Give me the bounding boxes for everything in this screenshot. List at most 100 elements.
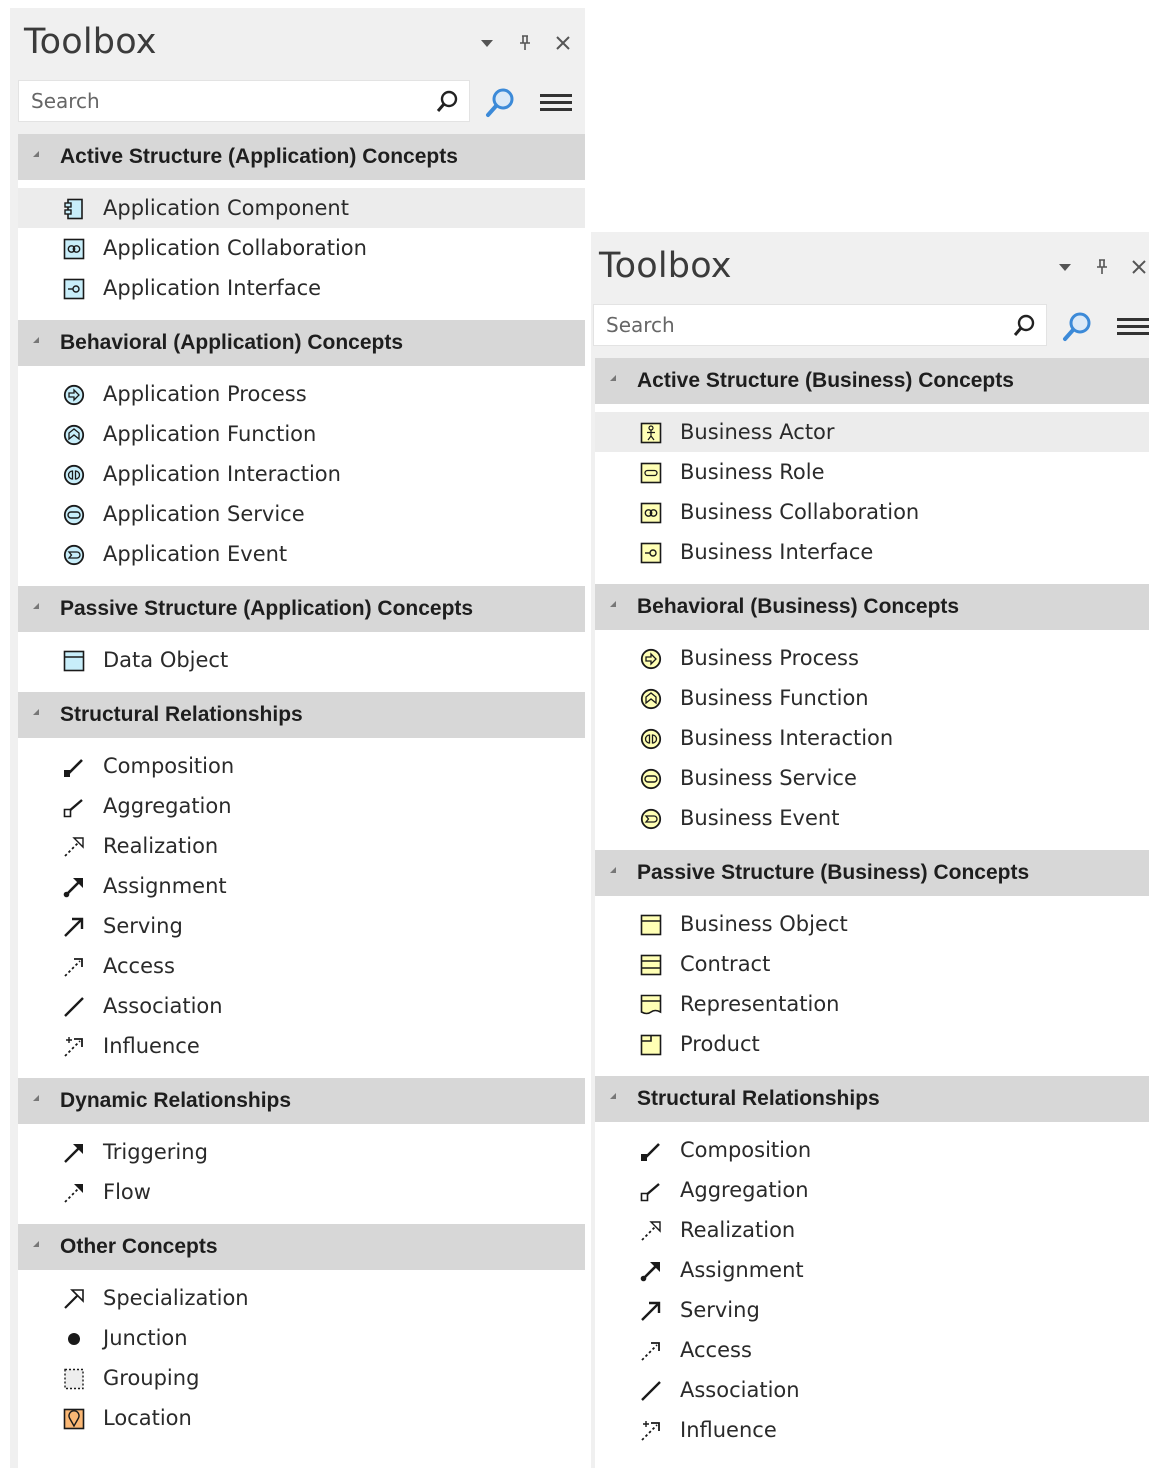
toolbox-item[interactable]: Composition [18,746,585,786]
collapse-triangle-icon[interactable] [610,375,616,381]
toolbox-item[interactable]: Application Service [18,494,585,534]
pin-icon[interactable] [512,30,538,56]
collapse-triangle-icon[interactable] [610,601,616,607]
toolbox-item[interactable]: Business Interaction [595,718,1149,758]
menu-icon[interactable] [538,90,574,116]
toolbox-item[interactable]: Business Role [595,452,1149,492]
toolbox-item[interactable]: Application Function [18,414,585,454]
search-icon[interactable] [1012,313,1036,339]
toolbox-item[interactable]: Serving [18,906,585,946]
toolbox-item-label: Access [103,954,175,978]
toolbox-item-label: Business Interaction [680,726,894,750]
toolbox-item[interactable]: Realization [18,826,585,866]
collapse-triangle-icon[interactable] [610,1093,616,1099]
search-box[interactable] [18,80,470,122]
realization-icon [641,1221,661,1241]
toolbox-item[interactable]: Application Event [18,534,585,574]
toolbox-item[interactable]: Business Object [595,904,1149,944]
collapse-triangle-icon[interactable] [33,337,39,343]
toolbox-item[interactable]: Aggregation [595,1170,1149,1210]
collapse-triangle-icon[interactable] [610,867,616,873]
group-items: Business Object Contract Representation … [595,896,1149,1068]
collapse-triangle-icon[interactable] [33,709,39,715]
toolbox-item[interactable]: Business Function [595,678,1149,718]
toolbox-item[interactable]: Representation [595,984,1149,1024]
group-title: Structural Relationships [60,703,303,726]
toolbox-list: Active Structure (Business) Concepts Bus… [595,358,1149,1468]
toolbox-item[interactable]: Location [18,1398,585,1438]
close-icon[interactable] [1126,254,1149,280]
group-header[interactable]: Active Structure (Application) Concepts [18,134,585,180]
toolbox-item[interactable]: Composition [595,1130,1149,1170]
toolbox-item[interactable]: Contract [595,944,1149,984]
group-title: Passive Structure (Business) Concepts [637,861,1030,884]
menu-icon[interactable] [1115,314,1149,340]
find-icon[interactable] [483,86,517,120]
toolbox-titlebar: Toolbox [10,8,585,80]
access-icon [641,1342,660,1361]
toolbox-item[interactable]: Product [595,1024,1149,1064]
collapse-triangle-icon[interactable] [33,1241,39,1247]
toolbox-item[interactable]: Business Event [595,798,1149,838]
toolbox-item[interactable]: Specialization [18,1278,585,1318]
find-icon[interactable] [1060,310,1094,344]
toolbox-item[interactable]: Grouping [18,1358,585,1398]
search-input[interactable] [606,305,986,345]
toolbox-item[interactable]: Business Actor [595,412,1149,452]
toolbox-item[interactable]: Business Service [595,758,1149,798]
toolbox-item-label: Flow [103,1180,151,1204]
toolbox-item[interactable]: Data Object [18,640,585,680]
group-header[interactable]: Dynamic Relationships [18,1078,585,1124]
toolbox-item[interactable]: Association [18,986,585,1026]
collapse-triangle-icon[interactable] [33,151,39,157]
search-icon[interactable] [435,89,459,115]
service-icon [63,504,85,526]
toolbox-item[interactable]: Realization [595,1210,1149,1250]
toolbox-item[interactable]: Influence [18,1026,585,1066]
group-header[interactable]: Active Structure (Business) Concepts [595,358,1149,404]
role-icon [640,462,662,484]
group-header[interactable]: Other Concepts [18,1224,585,1270]
pin-icon[interactable] [1089,254,1115,280]
toolbox-item-label: Business Collaboration [680,500,920,524]
toolbox-item-label: Business Service [680,766,857,790]
toolbox-item[interactable]: Application Process [18,374,585,414]
toolbox-item[interactable]: Business Interface [595,532,1149,572]
toolbox-item[interactable]: Assignment [595,1250,1149,1290]
toolbox-item[interactable]: Association [595,1370,1149,1410]
search-box[interactable] [593,304,1047,346]
toolbox-item-label: Business Process [680,646,859,670]
group-header[interactable]: Passive Structure (Application) Concepts [18,586,585,632]
toolbox-item[interactable]: Application Collaboration [18,228,585,268]
toolbox-item[interactable]: Triggering [18,1132,585,1172]
toolbox-item[interactable]: Business Process [595,638,1149,678]
toolbox-item[interactable]: Junction [18,1318,585,1358]
toolbox-item[interactable]: Access [595,1330,1149,1370]
group-title: Other Concepts [60,1235,218,1258]
toolbox-item[interactable]: Aggregation [18,786,585,826]
toolbox-item[interactable]: Application Interaction [18,454,585,494]
group-header[interactable]: Passive Structure (Business) Concepts [595,850,1149,896]
toolbox-item[interactable]: Application Component [18,188,585,228]
dropdown-icon[interactable] [1052,254,1078,280]
group-header[interactable]: Behavioral (Application) Concepts [18,320,585,366]
search-input[interactable] [31,81,411,121]
toolbox-item[interactable]: Influence [595,1410,1149,1450]
group-header[interactable]: Behavioral (Business) Concepts [595,584,1149,630]
toolbox-item[interactable]: Serving [595,1290,1149,1330]
toolbox-item[interactable]: Assignment [18,866,585,906]
toolbox-item[interactable]: Business Collaboration [595,492,1149,532]
toolbox-item[interactable]: Flow [18,1172,585,1212]
toolbox-item[interactable]: Access [18,946,585,986]
interaction-icon [63,464,85,486]
dropdown-icon[interactable] [474,30,500,56]
toolbox-item-label: Application Interface [103,276,322,300]
collapse-triangle-icon[interactable] [33,603,39,609]
collapse-triangle-icon[interactable] [33,1095,39,1101]
toolbox-item[interactable]: Application Interface [18,268,585,308]
interface-icon [63,278,85,300]
group-header[interactable]: Structural Relationships [18,692,585,738]
close-icon[interactable] [550,30,576,56]
toolbox-panel-business: Toolbox Active Structure (Business) Conc… [591,232,1149,1468]
group-header[interactable]: Structural Relationships [595,1076,1149,1122]
